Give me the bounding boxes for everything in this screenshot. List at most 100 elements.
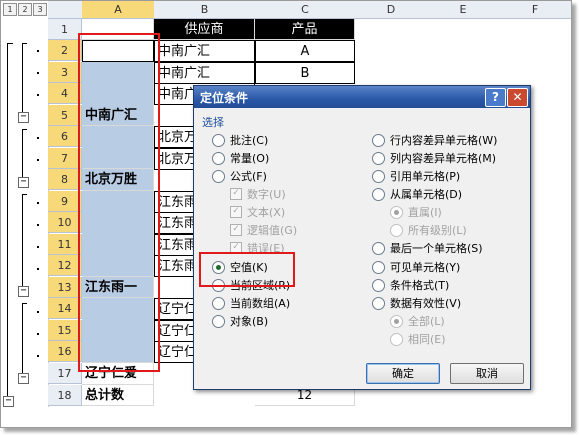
option-label: 数据有效性(V) — [390, 297, 462, 310]
option-all-levels[interactable]: 所有级别(L) — [390, 223, 467, 239]
checkbox-logicals[interactable]: ✓ 逻辑值(G) — [230, 223, 297, 239]
row-header[interactable]: 3 — [48, 62, 82, 83]
header-cell-product[interactable]: 产品 — [255, 19, 355, 40]
collapse-group-button[interactable]: − — [18, 286, 29, 297]
option-data-validation[interactable]: 数据有效性(V) — [372, 296, 461, 312]
cell-c3[interactable]: B — [255, 62, 355, 84]
radio-icon — [212, 169, 225, 183]
row-header[interactable]: 2 — [48, 40, 82, 61]
radio-icon — [212, 314, 225, 328]
row-header[interactable]: 11 — [48, 234, 82, 255]
radio-icon — [390, 332, 403, 346]
outline-group-bar — [22, 129, 23, 179]
cell-b3[interactable]: 中南广汇 — [154, 62, 255, 84]
help-button[interactable]: ? — [485, 88, 506, 107]
column-header-a[interactable]: A — [82, 1, 155, 19]
cell-c2[interactable]: A — [255, 40, 355, 62]
option-validation-all[interactable]: 全部(L) — [390, 314, 445, 330]
row-header[interactable]: 14 — [48, 298, 82, 319]
checkbox-text[interactable]: ✓ 文本(X) — [230, 205, 285, 221]
option-objects[interactable]: 对象(B) — [212, 314, 268, 330]
row-header[interactable]: 4 — [48, 83, 82, 104]
radio-icon — [372, 260, 385, 274]
option-current-array[interactable]: 当前数组(A) — [212, 296, 290, 312]
column-header-b[interactable]: B — [154, 1, 256, 19]
row-header[interactable]: 8 — [48, 169, 82, 190]
option-constants[interactable]: 常量(O) — [212, 151, 269, 167]
collapse-group-button[interactable]: − — [18, 112, 29, 123]
close-button[interactable]: ✕ — [507, 88, 528, 107]
column-header-e[interactable]: E — [427, 1, 500, 19]
column-header-d[interactable]: D — [355, 1, 428, 19]
row-header[interactable]: 5 — [48, 105, 82, 126]
outline-level-3-button[interactable]: 3 — [33, 3, 47, 16]
option-label: 引用单元格(P) — [390, 170, 461, 183]
option-label: 全部(L) — [408, 315, 445, 328]
row-header[interactable]: 6 — [48, 126, 82, 147]
radio-selected-icon — [390, 314, 403, 328]
cell-a18-total-label[interactable]: 总计数 — [82, 385, 154, 406]
collapse-total-button[interactable]: − — [3, 396, 14, 407]
option-dependents[interactable]: 从属单元格(D) — [372, 187, 462, 203]
option-row-differences[interactable]: 行内容差异单元格(W) — [372, 133, 497, 149]
option-label: 行内容差异单元格(W) — [390, 134, 498, 147]
outline-bar-cap — [22, 194, 27, 195]
select-group-label: 选择 — [202, 116, 224, 129]
option-column-differences[interactable]: 列内容差异单元格(M) — [372, 151, 496, 167]
option-formulas[interactable]: 公式(F) — [212, 169, 267, 185]
option-visible-cells[interactable]: 可见单元格(Y) — [372, 260, 460, 276]
row-header[interactable]: 9 — [48, 191, 82, 212]
option-last-cell[interactable]: 最后一个单元格(S) — [372, 241, 483, 257]
column-header-f[interactable]: F — [499, 1, 571, 19]
column-header-c[interactable]: C — [255, 1, 356, 19]
option-comments[interactable]: 批注(C) — [212, 133, 268, 149]
radio-icon — [212, 133, 225, 147]
outline-detail-dot — [37, 72, 39, 74]
row-header[interactable]: 15 — [48, 320, 82, 341]
row-header[interactable]: 10 — [48, 212, 82, 233]
outline-bar-cap — [22, 129, 27, 130]
checkbox-checked-icon: ✓ — [230, 188, 242, 200]
outline-group-bar — [22, 303, 23, 375]
row-header[interactable]: 13 — [48, 277, 82, 298]
outline-level-2-button[interactable]: 2 — [18, 3, 32, 16]
row-header[interactable]: 7 — [48, 148, 82, 169]
radio-icon — [372, 169, 385, 183]
outline-detail-dot — [37, 268, 39, 270]
outline-detail-dot — [37, 224, 39, 226]
select-all-corner[interactable] — [48, 1, 83, 19]
cancel-button[interactable]: 取消 — [450, 363, 524, 384]
dialog-titlebar[interactable]: 定位条件 ? ✕ — [194, 86, 530, 108]
outline-gutter: 1 2 3 − − − − − — [1, 1, 49, 427]
option-validation-same[interactable]: 相同(E) — [390, 332, 446, 348]
row-header[interactable]: 1 — [48, 19, 82, 40]
option-label: 最后一个单元格(S) — [390, 242, 483, 255]
outline-level-1-button[interactable]: 1 — [3, 3, 17, 16]
header-cell-supplier[interactable]: 供应商 — [154, 19, 255, 40]
checkbox-numbers[interactable]: ✓ 数字(U) — [230, 187, 286, 203]
row-header[interactable]: 12 — [48, 255, 82, 276]
checkbox-checked-icon: ✓ — [230, 206, 242, 218]
ok-button[interactable]: 确定 — [366, 363, 440, 384]
dialog-title: 定位条件 — [200, 91, 249, 105]
excel-window: 1 2 3 − − − − − A B C D E F 1 2 3 4 5 6 … — [0, 0, 572, 428]
highlight-box-column-a — [78, 33, 160, 372]
option-label: 对象(B) — [230, 315, 269, 328]
row-header[interactable]: 16 — [48, 341, 82, 362]
radio-icon — [372, 241, 385, 255]
radio-icon — [372, 187, 385, 201]
outline-group-bar — [22, 43, 23, 115]
collapse-group-button[interactable]: − — [18, 373, 29, 384]
option-label: 逻辑值(G) — [247, 224, 298, 237]
row-header[interactable]: 18 — [48, 385, 82, 406]
option-precedents[interactable]: 引用单元格(P) — [372, 169, 460, 185]
cell-b2[interactable]: 中南广汇 — [154, 40, 255, 62]
checkbox-checked-icon: ✓ — [230, 224, 242, 236]
option-direct-only[interactable]: 直属(I) — [390, 205, 442, 221]
row-header[interactable]: 17 — [48, 363, 82, 384]
outline-detail-dot — [37, 94, 39, 96]
option-label: 批注(C) — [230, 134, 269, 147]
option-label: 常量(O) — [230, 152, 270, 165]
option-conditional-formats[interactable]: 条件格式(T) — [372, 278, 449, 294]
collapse-group-button[interactable]: − — [18, 177, 29, 188]
